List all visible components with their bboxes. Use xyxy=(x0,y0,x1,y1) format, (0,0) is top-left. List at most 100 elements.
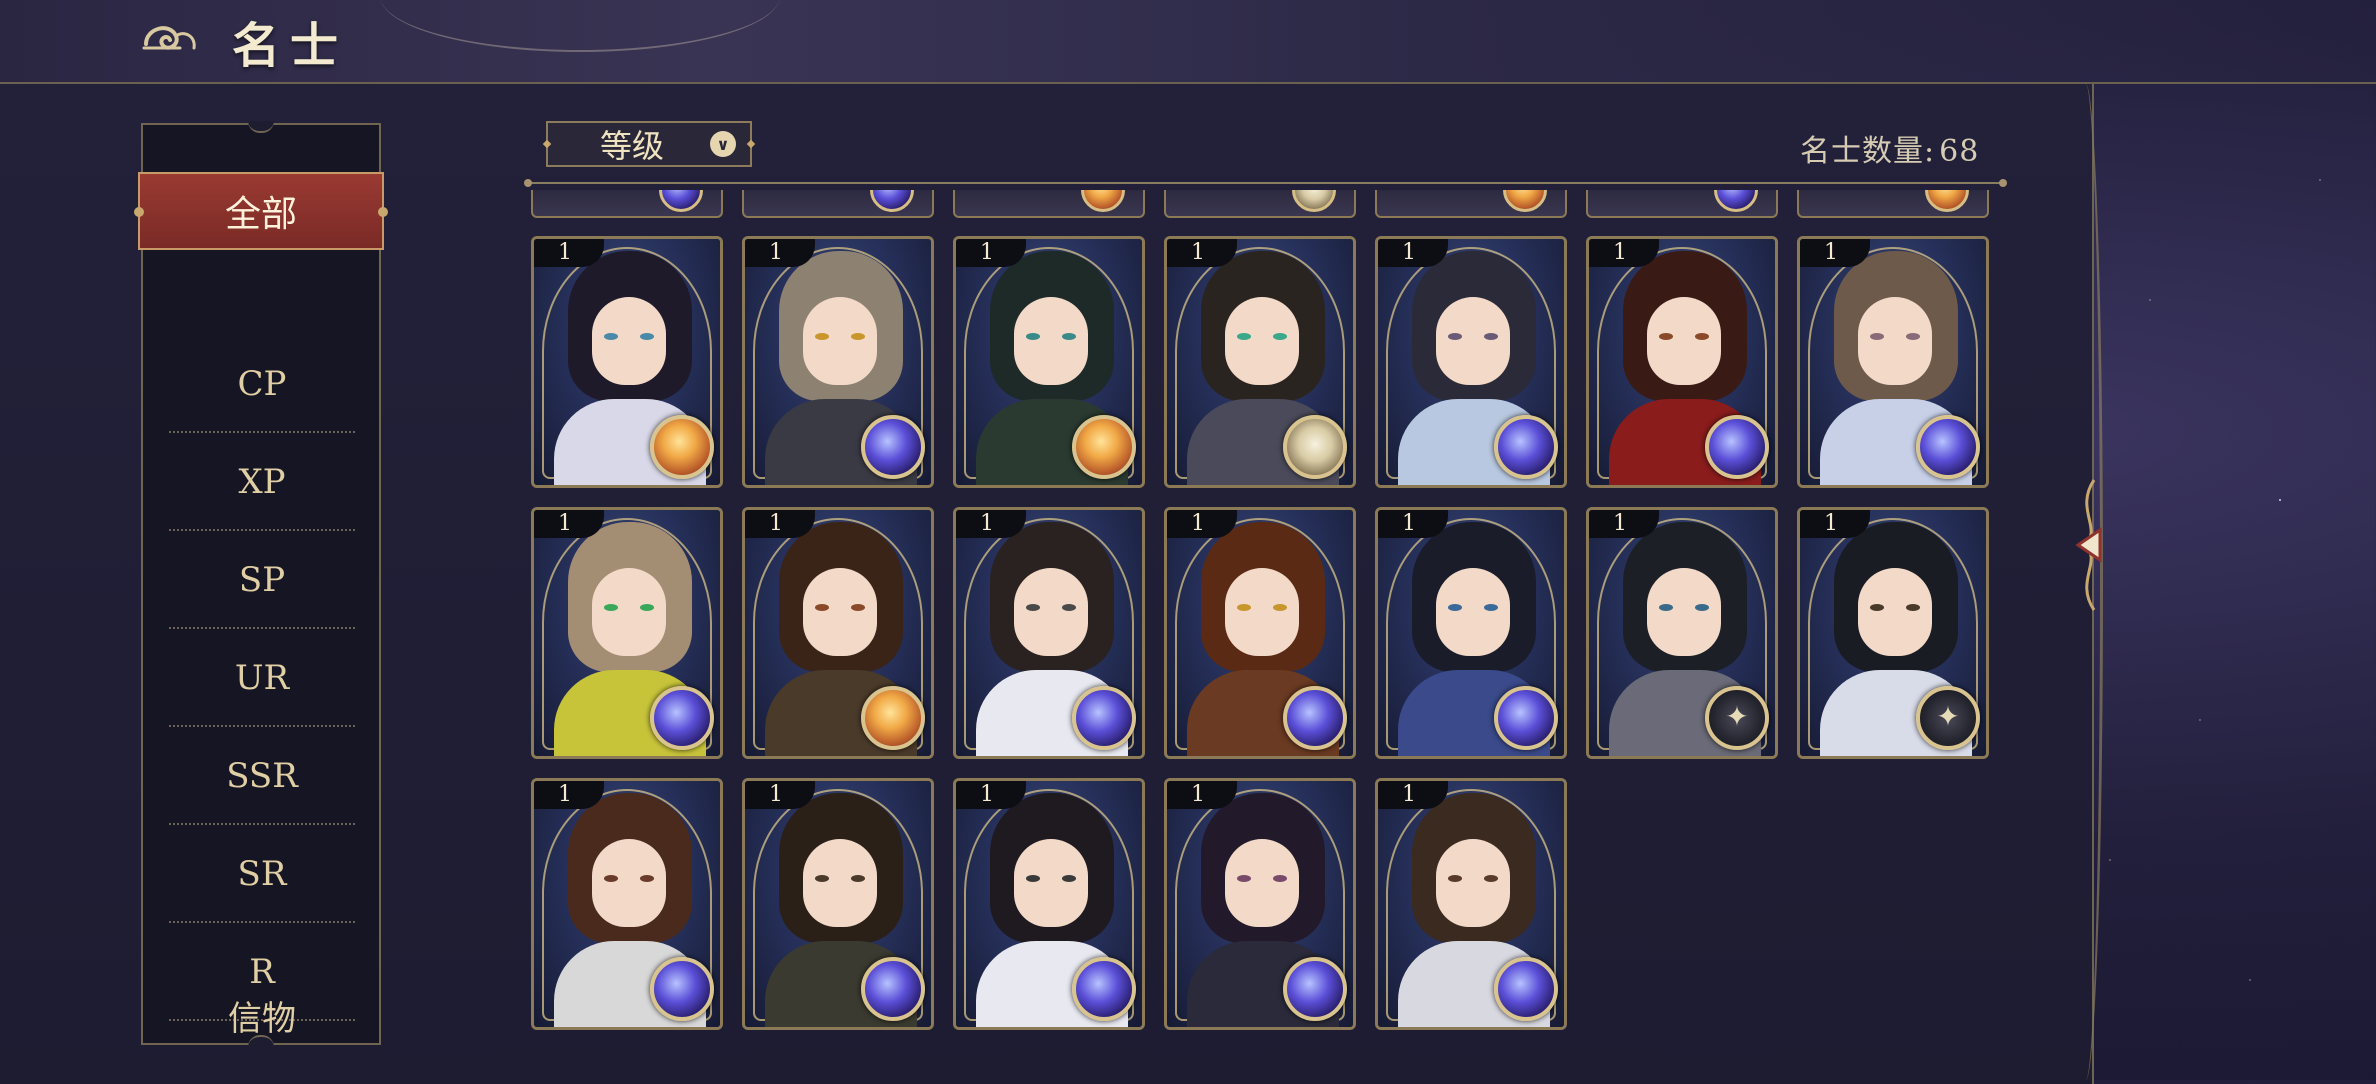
element-orb-icon xyxy=(659,190,703,212)
cloud-swirl-icon xyxy=(142,26,196,50)
page-title: 名士 xyxy=(232,18,349,74)
filter-label: CP xyxy=(237,364,287,404)
scrolled-row-partial xyxy=(531,190,2011,218)
character-card[interactable]: 1 xyxy=(953,236,1145,488)
character-card[interactable]: 1 xyxy=(1164,507,1356,759)
character-card[interactable]: 1 xyxy=(531,778,723,1030)
filter-label: SR xyxy=(237,854,287,894)
partial-card xyxy=(531,190,723,218)
level-badge: 1 xyxy=(1589,510,1659,538)
character-eye xyxy=(1062,604,1076,611)
character-face xyxy=(592,568,666,656)
character-eye xyxy=(1870,333,1884,340)
character-eye xyxy=(1026,875,1040,882)
element-orb-icon xyxy=(1072,957,1136,1021)
level-badge: 1 xyxy=(1589,239,1659,267)
character-face xyxy=(803,297,877,385)
character-eye xyxy=(1484,604,1498,611)
element-orb-icon xyxy=(1494,415,1558,479)
element-orb-icon xyxy=(1292,190,1336,212)
filter-token[interactable]: 信物 xyxy=(169,967,355,1063)
filter-sr[interactable]: SR xyxy=(169,825,355,923)
character-card[interactable]: 1 xyxy=(1164,778,1356,1030)
level-badge: 1 xyxy=(534,510,604,538)
character-card[interactable]: 1 xyxy=(742,778,934,1030)
character-card[interactable]: 1 xyxy=(1375,507,1567,759)
character-face xyxy=(1014,568,1088,656)
level-badge: 1 xyxy=(534,239,604,267)
character-card[interactable]: 1 xyxy=(1797,236,1989,488)
filter-sp[interactable]: SP xyxy=(169,531,355,629)
chevron-down-icon: ∨ xyxy=(710,131,736,157)
character-eye xyxy=(851,604,865,611)
filter-all-selected[interactable]: 全部 xyxy=(134,172,388,250)
character-card[interactable]: 1 xyxy=(1797,507,1989,759)
character-eye xyxy=(1273,875,1287,882)
filter-label: XP xyxy=(238,462,286,502)
character-eye xyxy=(640,333,654,340)
filter-ur[interactable]: UR xyxy=(169,629,355,727)
character-eye xyxy=(1237,875,1251,882)
character-card[interactable]: 1 xyxy=(1375,236,1567,488)
level-badge: 1 xyxy=(745,239,815,267)
element-orb-icon xyxy=(1494,686,1558,750)
level-badge: 1 xyxy=(1378,510,1448,538)
character-face xyxy=(1436,839,1510,927)
level-badge: 1 xyxy=(956,510,1026,538)
character-eye xyxy=(815,333,829,340)
character-grid[interactable]: 1 1 1 1 1 1 1 1 1 1 1 1 1 1 1 1 1 1 1 xyxy=(531,190,2011,1030)
character-count: 名士数量: 68 xyxy=(1800,126,1979,170)
element-orb-icon xyxy=(1081,190,1125,212)
collapse-arrow-icon[interactable] xyxy=(2064,470,2114,620)
element-orb-icon xyxy=(1916,415,1980,479)
level-badge: 1 xyxy=(1167,781,1237,809)
level-badge: 1 xyxy=(1378,781,1448,809)
element-orb-icon xyxy=(650,415,714,479)
tab-ornament xyxy=(134,207,144,217)
character-card[interactable]: 1 xyxy=(1375,778,1567,1030)
level-badge: 1 xyxy=(956,781,1026,809)
character-face xyxy=(1647,297,1721,385)
partial-card xyxy=(742,190,934,218)
sort-dropdown[interactable]: 等级 ∨ xyxy=(542,121,756,167)
character-card[interactable]: 1 xyxy=(1586,236,1778,488)
element-orb-icon xyxy=(1705,686,1769,750)
character-eye xyxy=(604,875,618,882)
character-eye xyxy=(1273,333,1287,340)
character-eye xyxy=(1237,604,1251,611)
top-header: 名士 xyxy=(0,0,2376,84)
character-eye xyxy=(1659,604,1673,611)
filter-label: SSR xyxy=(226,756,298,796)
character-card[interactable]: 1 xyxy=(1586,507,1778,759)
character-face xyxy=(1858,568,1932,656)
character-eye xyxy=(1237,333,1251,340)
partial-card xyxy=(1797,190,1989,218)
partial-card xyxy=(1375,190,1567,218)
level-badge: 1 xyxy=(745,510,815,538)
character-card[interactable]: 1 xyxy=(531,507,723,759)
filter-ssr[interactable]: SSR xyxy=(169,727,355,825)
character-face xyxy=(1647,568,1721,656)
element-orb-icon xyxy=(1503,190,1547,212)
character-eye xyxy=(1695,604,1709,611)
filter-cp[interactable]: CP xyxy=(169,335,355,433)
character-card[interactable]: 1 xyxy=(953,778,1145,1030)
character-card[interactable]: 1 xyxy=(742,236,934,488)
character-eye xyxy=(1448,333,1462,340)
character-eye xyxy=(1484,333,1498,340)
character-face xyxy=(1858,297,1932,385)
character-card[interactable]: 1 xyxy=(953,507,1145,759)
character-face xyxy=(1225,568,1299,656)
character-card[interactable]: 1 xyxy=(531,236,723,488)
filter-label: 全部 xyxy=(224,194,297,235)
character-card[interactable]: 1 xyxy=(742,507,934,759)
character-eye xyxy=(1484,875,1498,882)
filter-xp[interactable]: XP xyxy=(169,433,355,531)
character-card[interactable]: 1 xyxy=(1164,236,1356,488)
element-orb-icon xyxy=(861,415,925,479)
level-badge: 1 xyxy=(1167,239,1237,267)
level-badge: 1 xyxy=(1800,510,1870,538)
element-orb-icon xyxy=(1283,686,1347,750)
character-face xyxy=(592,839,666,927)
element-orb-icon xyxy=(1916,686,1980,750)
